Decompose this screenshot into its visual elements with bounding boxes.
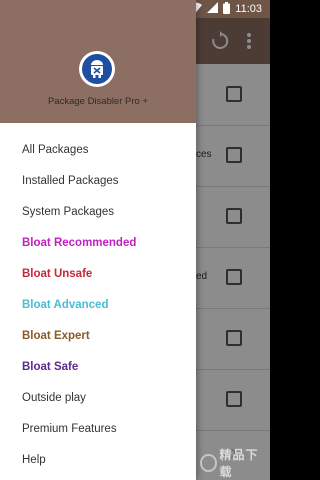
- drawer-header: Package Disabler Pro +: [0, 0, 196, 123]
- clock-time: 11:03: [235, 3, 262, 15]
- menu-item-bloat-unsafe[interactable]: Bloat Unsafe: [0, 259, 196, 290]
- menu-item-installed-packages[interactable]: Installed Packages: [0, 166, 196, 197]
- menu-item-premium-features[interactable]: Premium Features: [0, 414, 196, 445]
- menu-item-all-packages[interactable]: All Packages: [0, 135, 196, 166]
- navigation-drawer: Package Disabler Pro + All Packages Inst…: [0, 0, 196, 480]
- menu-item-bloat-safe[interactable]: Bloat Safe: [0, 352, 196, 383]
- menu-item-system-packages[interactable]: System Packages: [0, 197, 196, 228]
- menu-item-outside-play[interactable]: Outside play: [0, 383, 196, 414]
- app-logo-icon: [79, 51, 115, 87]
- status-icons: 11:03: [189, 1, 262, 17]
- watermark-logo: 精品下载: [200, 448, 266, 479]
- signal-icon: [207, 2, 219, 16]
- menu-item-help[interactable]: Help: [0, 445, 196, 476]
- menu-item-bloat-recommended[interactable]: Bloat Recommended: [0, 228, 196, 259]
- watermark-text: 精品下载: [219, 448, 259, 479]
- menu-item-bloat-expert[interactable]: Bloat Expert: [0, 321, 196, 352]
- app-name: Package Disabler Pro +: [47, 96, 149, 107]
- menu-item-bloat-advanced[interactable]: Bloat Advanced: [0, 290, 196, 321]
- drawer-menu: All Packages Installed Packages System P…: [0, 135, 196, 476]
- watermark-circle-icon: [200, 454, 217, 472]
- battery-icon: [223, 1, 231, 17]
